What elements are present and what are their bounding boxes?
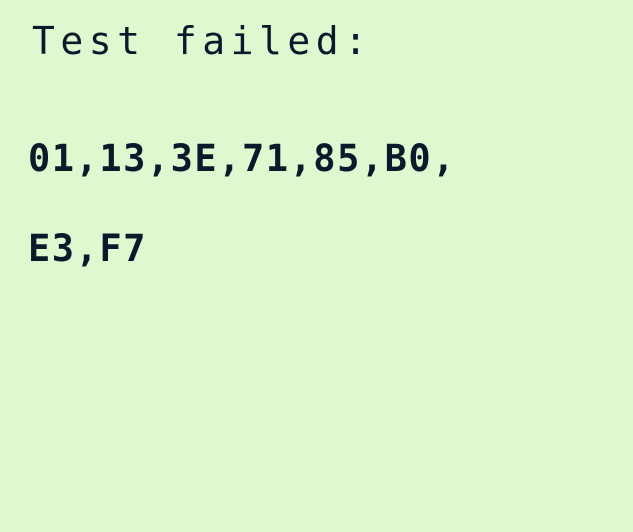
failed-test-codes: 01,13,3E,71,85,B0, E3,F7 — [28, 84, 456, 324]
codes-line-1: 01,13,3E,71,85,B0, — [28, 137, 456, 180]
test-status-title: Test failed: — [32, 19, 373, 63]
codes-line-2: E3,F7 — [28, 227, 147, 270]
gameboy-screen: Test failed: 01,13,3E,71,85,B0, E3,F7 — [0, 0, 633, 532]
